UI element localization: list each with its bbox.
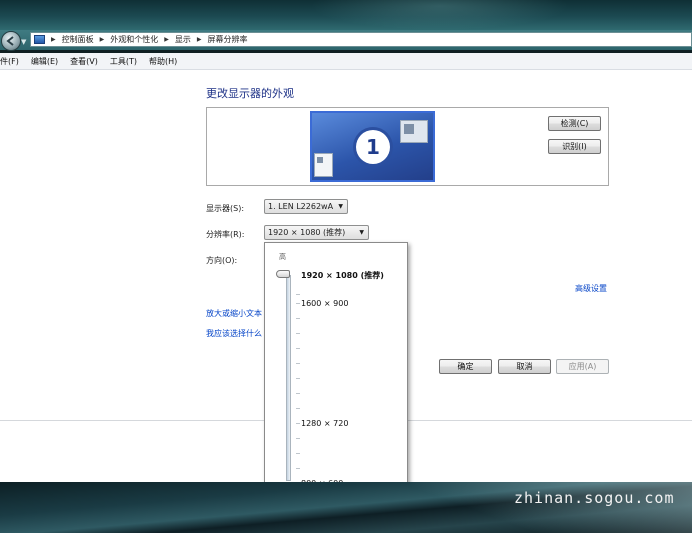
monitor-number-badge: 1 [356,130,390,164]
breadcrumb-separator-icon[interactable]: ▶ [100,36,105,43]
menu-bar: 件(F) 编辑(E) 查看(V) 工具(T) 帮助(H) [0,53,692,70]
slider-tick [296,294,300,295]
window-thumbnail-icon [400,120,428,143]
breadcrumb-appearance[interactable]: 外观和个性化 [110,34,158,45]
slider-fill [287,276,290,480]
slider-tick [296,408,300,409]
display-select-value: 1. LEN L2262wA [268,202,334,211]
titlebar-glow [310,0,570,30]
watermark-url: zhinan.sogou.com [514,489,675,507]
display-select[interactable]: 1. LEN L2262wA ▼ [264,199,348,214]
resolution-select-value: 1920 × 1080 (推荐) [268,228,346,237]
breadcrumb-separator-icon[interactable]: ▶ [197,36,202,43]
display-label: 显示器(S): [206,204,245,213]
menu-help[interactable]: 帮助(H) [149,56,177,67]
resolution-option-1920[interactable]: 1920 × 1080 (推荐) [301,270,384,281]
window-titlebar [0,0,692,30]
breadcrumb-screen-resolution[interactable]: 屏幕分辨率 [208,34,248,45]
resolution-slider-track[interactable] [286,275,291,481]
which-settings-link[interactable]: 我应该选择什么 [206,328,264,339]
page-title: 更改显示器的外观 [206,87,294,100]
slider-tick [296,318,300,319]
slider-tick [296,453,300,454]
sogou-logo-icon: S [520,448,540,468]
ok-button[interactable]: 确定 [439,359,492,374]
orientation-label: 方向(O): [206,256,238,265]
resolution-option-1600[interactable]: 1600 × 900 [301,299,348,308]
chevron-down-icon: ▼ [338,203,343,210]
back-arrow-icon [6,36,14,46]
breadcrumb-separator-icon[interactable]: ▶ [51,36,56,43]
resolution-option-1280[interactable]: 1280 × 720 [301,419,348,428]
slider-tick [296,303,300,304]
breadcrumb-separator-icon[interactable]: ▶ [164,36,169,43]
slider-tick [296,333,300,334]
text-size-link[interactable]: 放大或缩小文本 [206,308,264,319]
window-thumbnail-icon [314,153,333,177]
menu-view[interactable]: 查看(V) [70,56,98,67]
control-panel-icon [34,35,45,44]
slider-tick [296,423,300,424]
slider-tick [296,393,300,394]
menu-edit[interactable]: 编辑(E) [31,56,58,67]
apply-button[interactable]: 应用(A) [556,359,609,374]
slider-tick [296,378,300,379]
slider-tick [296,348,300,349]
slider-tick [296,468,300,469]
back-button[interactable] [1,31,21,51]
breadcrumb-control-panel[interactable]: 控制面板 [62,34,94,45]
menu-tools[interactable]: 工具(T) [110,56,137,67]
watermark-brand: 搜狗指南 [544,453,616,473]
monitor-1-tile[interactable]: 1 [310,111,435,182]
resolution-label: 分辨率(R): [206,230,245,239]
identify-button[interactable]: 识别(I) [548,139,601,154]
breadcrumb: ▶ 控制面板 ▶ 外观和个性化 ▶ 显示 ▶ 屏幕分辨率 [49,34,248,45]
cancel-button[interactable]: 取消 [498,359,551,374]
slider-high-label: 高 [279,253,286,261]
resolution-slider-thumb[interactable] [276,270,290,278]
chevron-down-icon: ▼ [359,229,364,236]
slider-tick [296,363,300,364]
recent-pages-icon[interactable]: ▼ [21,38,26,46]
advanced-settings-link[interactable]: 高级设置 [575,283,607,294]
menu-file[interactable]: 件(F) [0,56,19,67]
resolution-select[interactable]: 1920 × 1080 (推荐) ▼ [264,225,369,240]
slider-tick [296,438,300,439]
breadcrumb-display[interactable]: 显示 [175,34,191,45]
detect-button[interactable]: 检测(C) [548,116,601,131]
address-bar[interactable]: ▶ 控制面板 ▶ 外观和个性化 ▶ 显示 ▶ 屏幕分辨率 [30,32,692,47]
